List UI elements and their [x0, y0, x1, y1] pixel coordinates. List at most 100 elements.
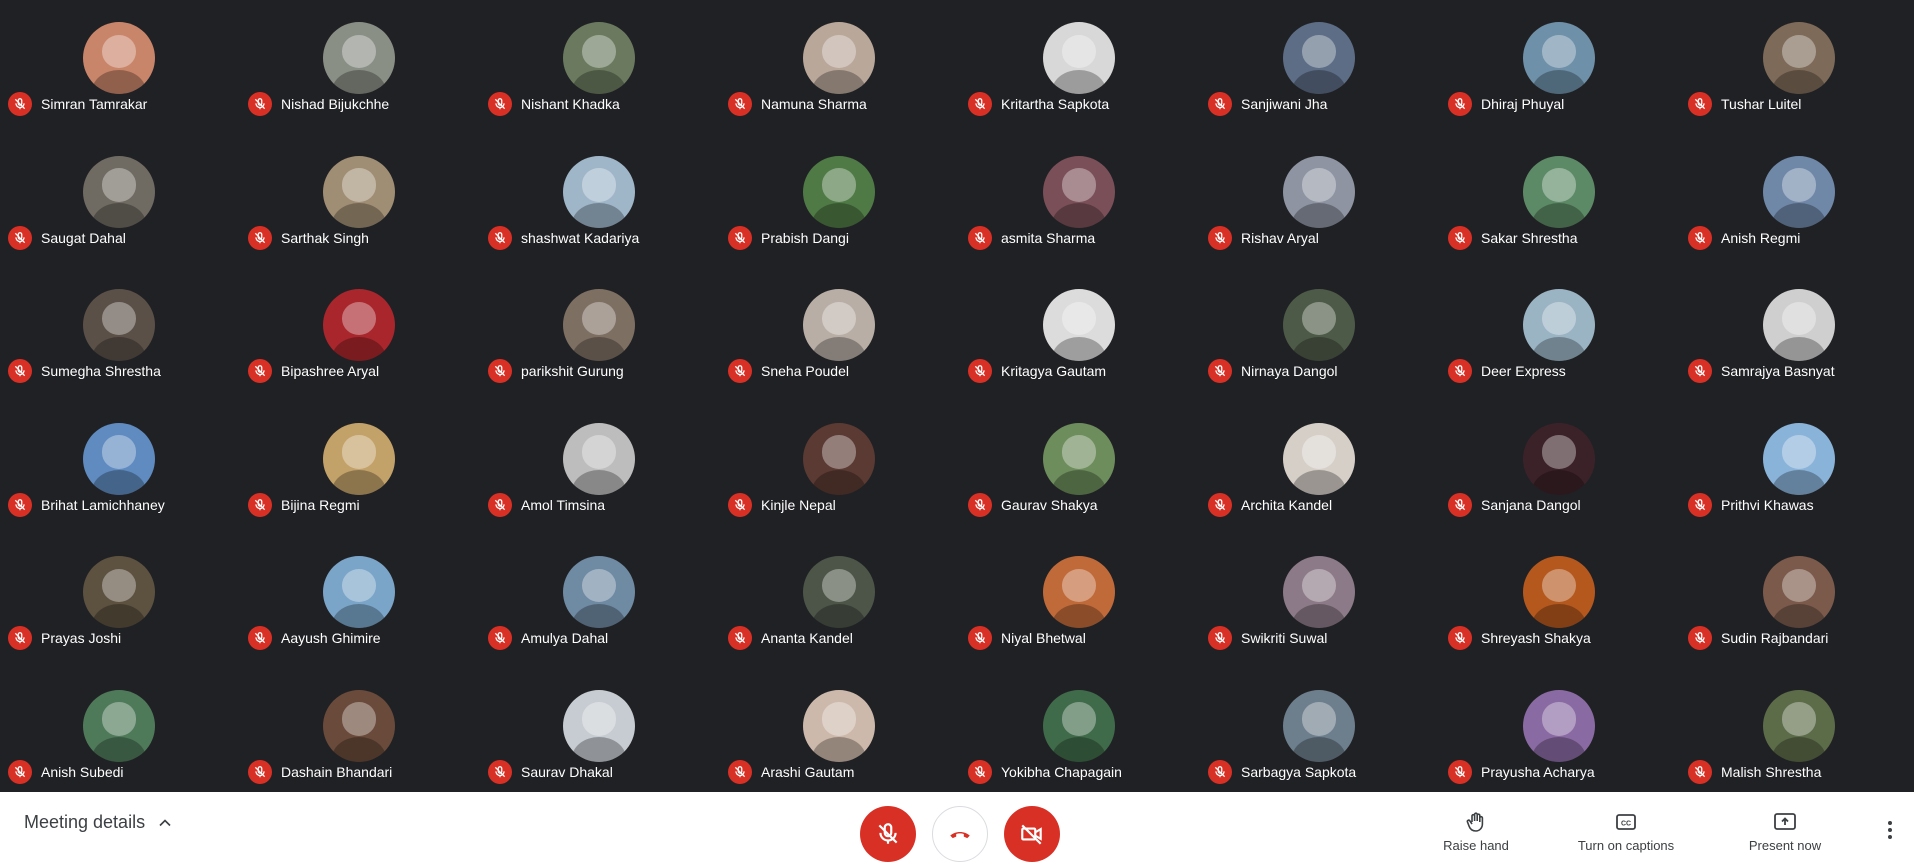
participant-tile[interactable]: parikshit Gurung — [480, 267, 720, 401]
muted-indicator — [8, 626, 32, 650]
participant-tile[interactable]: asmita Sharma — [960, 134, 1200, 268]
participant-tile[interactable]: Sanjana Dangol — [1440, 401, 1680, 535]
chevron-up-icon — [159, 818, 171, 826]
participant-tile[interactable]: Saurav Dhakal — [480, 668, 720, 802]
participant-tile[interactable]: Amulya Dahal — [480, 534, 720, 668]
participant-tile[interactable]: Deer Express — [1440, 267, 1680, 401]
more-options-button[interactable] — [1878, 816, 1902, 844]
svg-text:CC: CC — [1621, 821, 1631, 828]
participant-tile[interactable]: Rishav Aryal — [1200, 134, 1440, 268]
avatar — [1283, 155, 1355, 228]
participant-tile[interactable]: Samrajya Basnyat — [1680, 267, 1914, 401]
avatar — [1523, 689, 1595, 762]
participant-tile[interactable]: Kritartha Sapkota — [960, 0, 1200, 134]
participant-tile[interactable]: Shreyash Shakya — [1440, 534, 1680, 668]
participant-tile[interactable]: Sudin Rajbandari — [1680, 534, 1914, 668]
mic-off-icon — [734, 231, 746, 243]
participant-tile[interactable]: Sarbagya Sapkota — [1200, 668, 1440, 802]
muted-indicator — [1208, 92, 1232, 116]
mic-off-icon — [494, 765, 506, 777]
participant-tile[interactable]: Sakar Shrestha — [1440, 134, 1680, 268]
captions-button[interactable]: CC Turn on captions — [1570, 810, 1682, 853]
raise-hand-button[interactable]: Raise hand — [1440, 810, 1512, 853]
participant-tile[interactable]: Gaurav Shakya — [960, 401, 1200, 535]
participant-tile[interactable]: Nishant Khadka — [480, 0, 720, 134]
participant-tile[interactable]: Dashain Bhandari — [240, 668, 480, 802]
participant-tile[interactable]: Prayas Joshi — [0, 534, 240, 668]
participant-tile[interactable]: Ananta Kandel — [720, 534, 960, 668]
participant-tile[interactable]: Aayush Ghimire — [240, 534, 480, 668]
participant-tile[interactable]: Sanjiwani Jha — [1200, 0, 1440, 134]
participant-tile[interactable]: Dhiraj Phuyal — [1440, 0, 1680, 134]
participant-tile[interactable]: Prithvi Khawas — [1680, 401, 1914, 535]
participant-tile[interactable]: Niyal Bhetwal — [960, 534, 1200, 668]
muted-indicator — [1688, 92, 1712, 116]
avatar — [1043, 422, 1115, 495]
avatar — [1043, 289, 1115, 361]
participant-name: shashwat Kadariya — [521, 229, 640, 246]
participant-tile[interactable]: Prayusha Acharya — [1440, 668, 1680, 802]
participant-name: Simran Tamrakar — [41, 96, 148, 112]
muted-indicator — [1448, 492, 1472, 517]
participant-tile[interactable]: Anish Subedi — [0, 668, 240, 802]
participant-tile[interactable]: shashwat Kadariya — [480, 134, 720, 268]
participant-tile[interactable]: Saugat Dahal — [0, 134, 240, 268]
mic-off-icon — [1694, 765, 1706, 777]
avatar — [803, 289, 875, 361]
muted-indicator — [1448, 626, 1472, 650]
participant-name: Dhiraj Phuyal — [1481, 96, 1565, 112]
participant-tile[interactable]: Sarthak Singh — [240, 134, 480, 268]
participant-tile[interactable]: Swikriti Suwal — [1200, 534, 1440, 668]
participant-tile[interactable]: Amol Timsina — [480, 401, 720, 535]
muted-indicator — [1208, 492, 1232, 517]
avatar — [563, 22, 635, 94]
bottom-control-bar: Meeting details Raise hand CC Turn on ca… — [0, 792, 1914, 865]
participant-tile[interactable]: Bipashree Aryal — [240, 267, 480, 401]
present-now-button[interactable]: Present now — [1742, 810, 1828, 853]
avatar — [1283, 22, 1355, 94]
camera-toggle-button[interactable] — [1004, 806, 1060, 862]
participant-tile[interactable]: Kritagya Gautam — [960, 267, 1200, 401]
participant-tile[interactable]: Nishad Bijukchhe — [240, 0, 480, 134]
avatar — [323, 155, 395, 228]
participant-tile[interactable]: Brihat Lamichhaney — [0, 401, 240, 535]
participant-name: Bipashree Aryal — [281, 363, 380, 379]
participant-name: Saugat Dahal — [41, 229, 126, 246]
mic-off-icon — [14, 365, 26, 377]
participant-name: Sarthak Singh — [281, 229, 369, 246]
mic-off-icon — [254, 365, 266, 377]
muted-indicator — [488, 92, 512, 116]
mic-off-icon — [14, 632, 26, 644]
participant-name: Nirnaya Dangol — [1241, 363, 1338, 379]
participant-tile[interactable]: Sneha Poudel — [720, 267, 960, 401]
mic-off-icon — [494, 365, 506, 377]
mic-off-icon — [1454, 632, 1466, 644]
participant-name: Yokibha Chapagain — [1001, 763, 1122, 780]
muted-indicator — [8, 759, 32, 784]
participant-name: Prithvi Khawas — [1721, 496, 1814, 513]
participant-tile[interactable]: Sumegha Shrestha — [0, 267, 240, 401]
participant-tile[interactable]: Anish Regmi — [1680, 134, 1914, 268]
participant-tile[interactable]: Kinjle Nepal — [720, 401, 960, 535]
mic-off-icon — [494, 632, 506, 644]
participant-tile[interactable]: Arashi Gautam — [720, 668, 960, 802]
participant-tile[interactable]: Tushar Luitel — [1680, 0, 1914, 134]
participant-tile[interactable]: Namuna Sharma — [720, 0, 960, 134]
participant-tile[interactable]: Yokibha Chapagain — [960, 668, 1200, 802]
mic-off-icon — [734, 632, 746, 644]
participant-tile[interactable]: Nirnaya Dangol — [1200, 267, 1440, 401]
hand-icon — [1466, 812, 1484, 832]
participant-name: parikshit Gurung — [521, 363, 624, 379]
participant-tile[interactable]: Bijina Regmi — [240, 401, 480, 535]
meeting-details-button[interactable]: Meeting details — [24, 812, 175, 833]
muted-indicator — [1208, 359, 1232, 383]
participant-tile[interactable]: Prabish Dangi — [720, 134, 960, 268]
participant-tile[interactable]: Malish Shrestha — [1680, 668, 1914, 802]
leave-call-button[interactable] — [932, 806, 988, 862]
avatar — [323, 422, 395, 495]
participant-name: Malish Shrestha — [1721, 763, 1822, 780]
microphone-toggle-button[interactable] — [860, 806, 916, 862]
avatar — [563, 422, 635, 495]
participant-tile[interactable]: Archita Kandel — [1200, 401, 1440, 535]
participant-tile[interactable]: Simran Tamrakar — [0, 0, 240, 134]
